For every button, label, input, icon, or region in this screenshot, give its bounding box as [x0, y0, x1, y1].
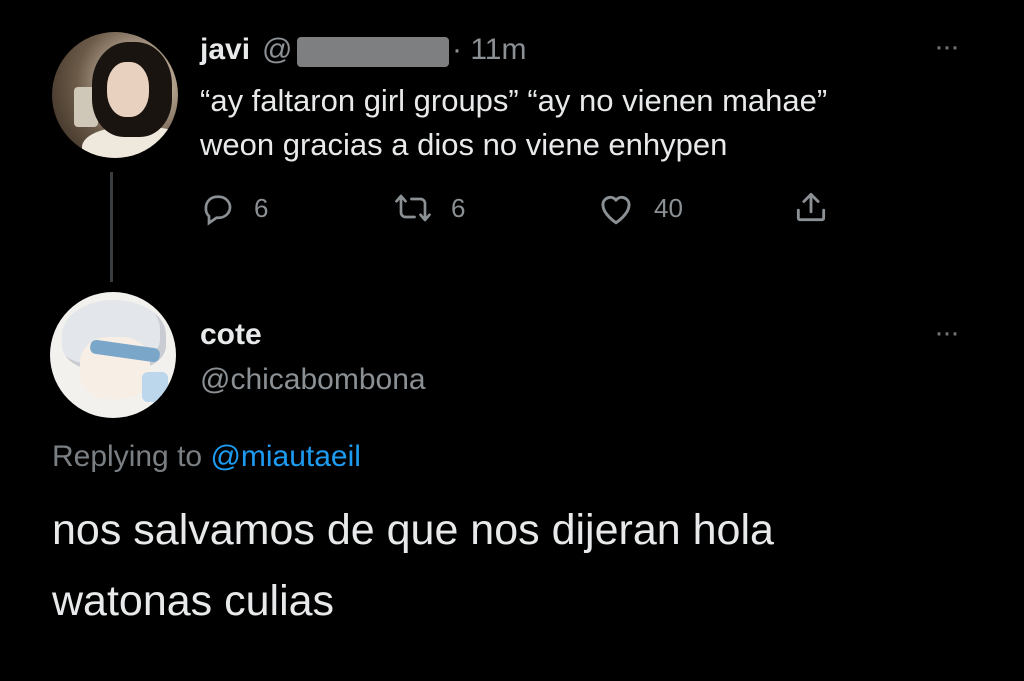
tweet-text-line-1: “ay faltaron girl groups” “ay no vienen …: [200, 83, 828, 118]
handle-cote[interactable]: @chicabombona: [200, 363, 426, 397]
reply-count: 6: [254, 192, 269, 223]
replying-to-label: Replying to: [52, 440, 203, 473]
reply-action[interactable]: 6: [200, 190, 268, 226]
reply-text-line-1: nos salvamos de que nos dijeran hola: [52, 506, 774, 554]
share-icon: [796, 192, 826, 222]
reply-icon: [204, 195, 232, 226]
replying-to-mention-link[interactable]: @miautaeil: [210, 440, 361, 473]
more-options-icon[interactable]: ···: [934, 316, 960, 350]
replying-to: Replying to @miautaeil: [52, 440, 361, 474]
retweet-action[interactable]: 6: [393, 190, 465, 226]
like-action[interactable]: 40: [596, 190, 683, 226]
avatar-javi[interactable]: [52, 32, 178, 158]
avatar-cote[interactable]: [50, 292, 176, 418]
redacted-handle: [297, 37, 449, 67]
reply-text-line-2: watonas culias: [52, 577, 335, 625]
retweet-count: 6: [451, 192, 466, 223]
retweet-icon: [395, 194, 431, 222]
handle-prefix[interactable]: @: [262, 33, 292, 67]
share-action[interactable]: [792, 188, 830, 226]
tweet-time[interactable]: · 11m: [452, 33, 526, 67]
display-name-javi[interactable]: javi: [200, 33, 250, 67]
tweet-text-line-2: weon gracias a dios no viene enhypen: [200, 127, 728, 162]
like-count: 40: [654, 192, 683, 223]
more-options-icon[interactable]: ···: [934, 30, 960, 64]
thread-connector-line: [110, 172, 113, 282]
heart-icon: [601, 195, 631, 225]
display-name-cote[interactable]: cote: [200, 318, 262, 352]
